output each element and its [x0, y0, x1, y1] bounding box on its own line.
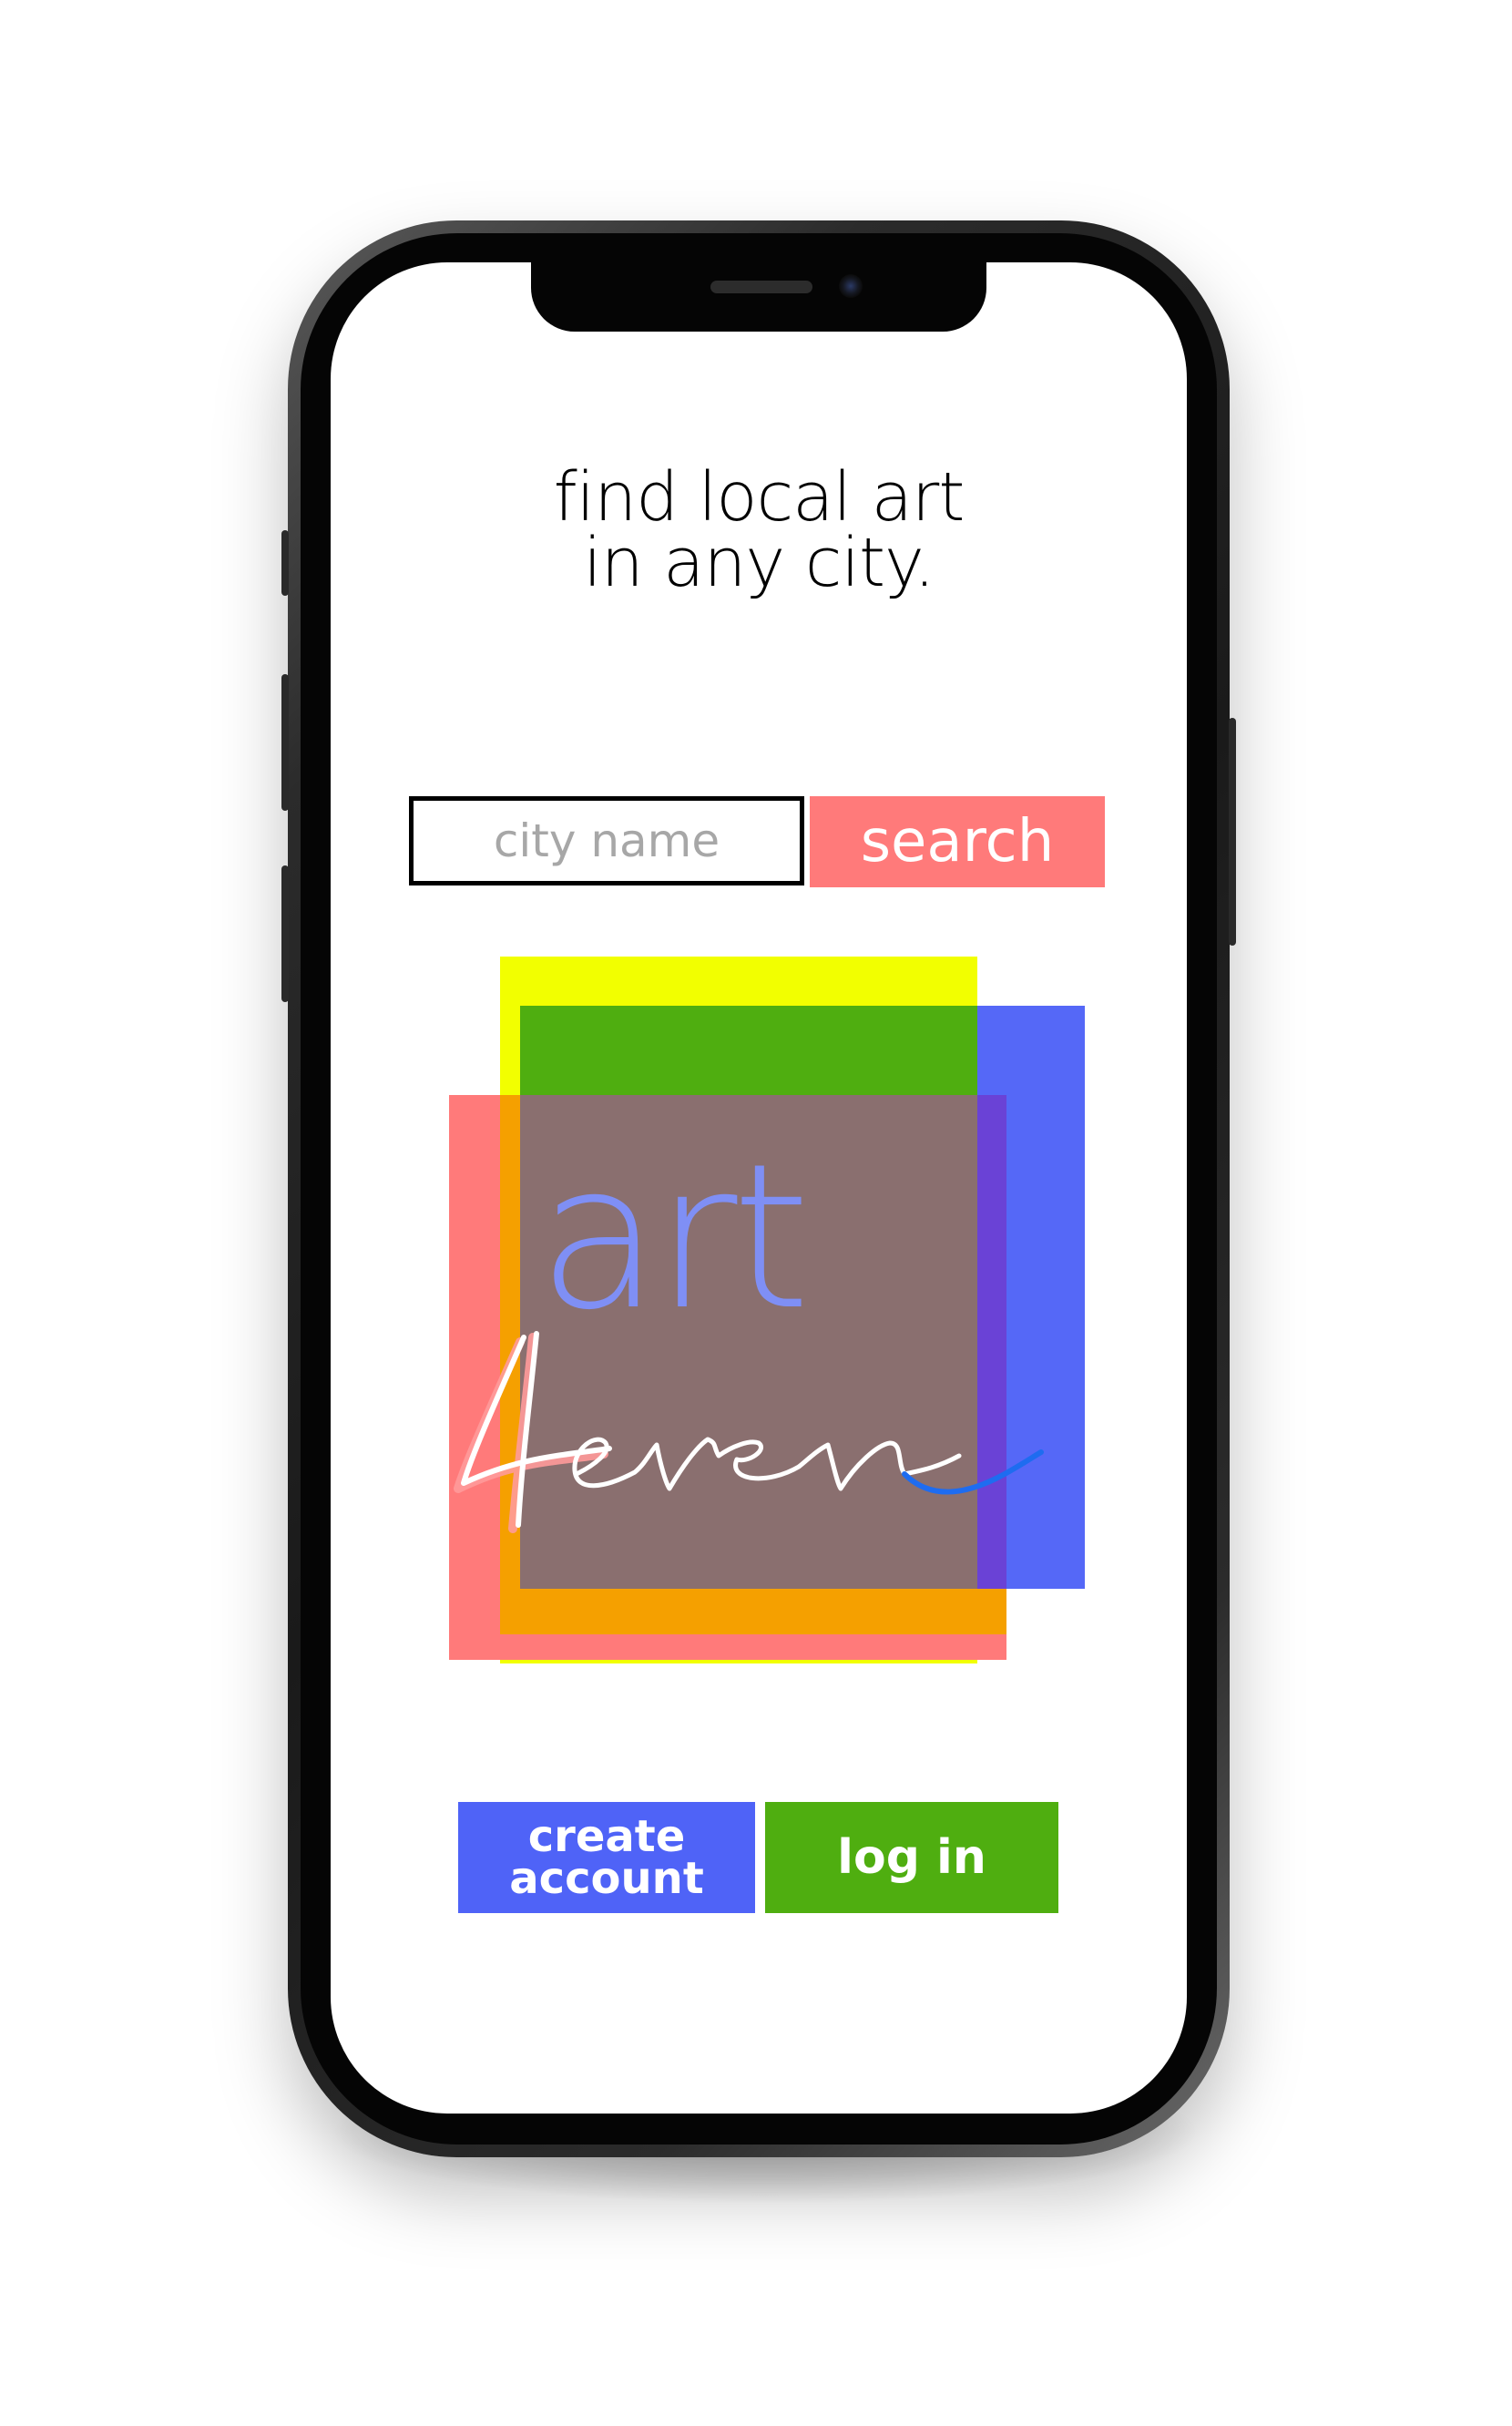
phone-screen: find local art in any city. search art c…	[331, 262, 1187, 2114]
headline-line-2: in any city.	[583, 524, 935, 602]
search-button[interactable]: search	[810, 796, 1105, 887]
script-ever	[572, 1437, 962, 1491]
logo-script-text	[454, 1331, 1044, 1533]
volume-down-button	[281, 865, 289, 1002]
script-4	[461, 1331, 612, 1528]
script-4-shadow	[454, 1333, 608, 1533]
logo-violet-overlap	[977, 1095, 1006, 1589]
front-camera-icon	[839, 274, 863, 298]
power-button	[1229, 718, 1236, 946]
city-search-input[interactable]	[409, 796, 804, 885]
mute-switch	[281, 530, 289, 596]
volume-up-button	[281, 674, 289, 811]
logo-green-overlap	[520, 1006, 977, 1097]
create-account-button[interactable]: create account	[458, 1802, 755, 1913]
headline: find local art in any city.	[331, 458, 1187, 602]
create-account-line-1: create	[527, 1811, 686, 1862]
script-r-tail	[902, 1449, 1044, 1495]
logo-word-art: art	[537, 1121, 811, 1354]
notch	[531, 262, 986, 332]
headline-line-1: find local art	[553, 458, 965, 537]
create-account-line-2: account	[509, 1853, 704, 1904]
speaker-grille	[710, 281, 812, 293]
log-in-button[interactable]: log in	[765, 1802, 1058, 1913]
